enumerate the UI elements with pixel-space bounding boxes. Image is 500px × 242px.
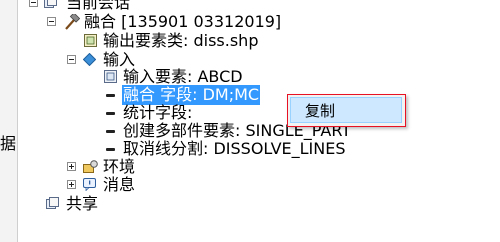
collapse-toggle[interactable] [67, 55, 76, 64]
menu-item-copy[interactable]: 复制 [290, 97, 402, 123]
expand-toggle[interactable] [67, 180, 76, 189]
tree-item-label: 共享 [66, 194, 99, 213]
context-menu: 复制 [287, 94, 406, 127]
expand-toggle[interactable] [67, 162, 76, 171]
tree-item-messages[interactable]: 消息 [0, 175, 160, 195]
parameter-icon [84, 34, 97, 47]
tree-item-shared[interactable]: 共享 [0, 194, 140, 214]
tree-item-label: 环境 [103, 157, 136, 176]
message-icon [83, 178, 96, 191]
parameter-dash-icon [106, 130, 115, 133]
diamond-icon [83, 53, 96, 66]
environment-icon [83, 160, 98, 173]
session-icon [44, 0, 57, 8]
tree-item-unsplit-lines[interactable]: 取消线分割: DISSOLVE_LINES [0, 139, 400, 159]
parameter-icon [104, 70, 117, 83]
hammer-icon [65, 14, 80, 30]
tree-item-label: 统计字段: [123, 103, 193, 122]
tree-item-dissolve-result[interactable]: 融合 [135901 03312019] [0, 12, 320, 32]
parameter-dash-icon [106, 148, 115, 151]
collapse-toggle[interactable] [29, 0, 38, 7]
tree-item-label: 融合 [135901 03312019] [84, 12, 282, 31]
tree-item-label: 输入要素: ABCD [123, 67, 243, 86]
tree-item-label: 融合 字段: DM;MC [122, 85, 261, 105]
tree-item-dissolve-field[interactable]: 融合 字段: DM;MC [0, 85, 300, 105]
collapse-toggle[interactable] [47, 17, 56, 26]
parameter-dash-icon [106, 94, 115, 97]
tree-item-input-feature[interactable]: 输入要素: ABCD [0, 67, 300, 87]
tree-item-statistics-field[interactable]: 统计字段: [0, 103, 240, 123]
tree-item-environment[interactable]: 环境 [0, 157, 160, 177]
tree-item-label: 输出要素类: diss.shp [103, 31, 259, 50]
tree-item-label: 消息 [103, 175, 136, 194]
shared-icon [46, 197, 59, 209]
tree-item-output-feature-class[interactable]: 输出要素类: diss.shp [0, 31, 300, 51]
parameter-dash-icon [106, 112, 115, 115]
tree-item-label: 取消线分割: DISSOLVE_LINES [123, 139, 346, 158]
